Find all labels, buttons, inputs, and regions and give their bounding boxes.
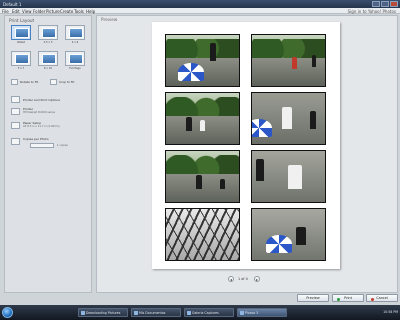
taskbar-item-label: Downloading Pictures [86, 311, 121, 315]
page-navigator: ◂ 1 of 4 ▸ [228, 276, 268, 283]
system-tray: 10:58 PM [372, 308, 398, 317]
photo-thumbnail[interactable] [165, 208, 240, 261]
photo-thumbnail[interactable] [165, 34, 240, 87]
menu-create[interactable]: Create [60, 9, 73, 14]
layout-thumbnail-icon [15, 28, 29, 38]
menu-help[interactable]: Help [86, 9, 95, 14]
photo-thumbnail[interactable] [251, 34, 326, 87]
start-button[interactable] [2, 307, 13, 318]
close-window-button[interactable] [390, 1, 398, 7]
layout-4x6-button[interactable] [65, 25, 85, 40]
printer-value: HP Deskjet D4100 series [23, 111, 56, 114]
app-icon [186, 311, 191, 315]
layout-wallet-button[interactable] [11, 25, 31, 40]
next-page-button[interactable]: ▸ [254, 276, 260, 282]
menu-edit[interactable]: Edit [12, 9, 20, 14]
printer-icon[interactable] [11, 108, 20, 115]
printer-options-label[interactable]: Printer and Print Options [23, 98, 60, 102]
menu-file[interactable]: File [2, 9, 9, 14]
layout-thumbnail-icon [42, 54, 56, 64]
photo-thumbnail[interactable] [165, 92, 240, 145]
clock: 10:58 PM [383, 310, 398, 314]
taskbar: Downloading Pictures Mis Documentos Gale… [0, 305, 400, 320]
page-indicator: 1 of 4 [238, 277, 248, 281]
photo-thumbnail[interactable] [251, 208, 326, 261]
rotate-to-fit-label: Rotate to Fit [20, 80, 39, 84]
layout-thumbnail-icon [69, 54, 83, 64]
layout-5x7-button[interactable] [11, 51, 31, 66]
paper-setup-value: A4 8.3 in x 11.7 in (210mm) [23, 125, 60, 128]
minimize-button[interactable] [372, 1, 380, 7]
app-icon [80, 311, 85, 315]
layout-3x5-label: 3.5 x 5 [43, 41, 53, 44]
layout-8x10-label: 8 x 10 [43, 67, 53, 70]
crop-to-fit-label: Crop to Fit [59, 80, 75, 84]
menu-folder[interactable]: Folder [33, 9, 45, 14]
taskbar-item-label: Mis Documentos [139, 311, 166, 315]
layout-thumbnail-icon [69, 28, 83, 38]
layout-8x10-button[interactable] [38, 51, 58, 66]
title-bar: Default 1 [0, 0, 400, 8]
preview-heading: Preview [101, 17, 118, 22]
maximize-button[interactable] [381, 1, 389, 7]
taskbar-item[interactable]: Galeria Captures [184, 308, 234, 317]
previous-page-button[interactable]: ◂ [228, 276, 234, 282]
print-preview-page [152, 22, 340, 269]
print-button[interactable]: Print [332, 294, 364, 302]
copies-stepper[interactable] [30, 143, 54, 148]
taskbar-item[interactable]: Downloading Pictures [78, 308, 128, 317]
print-icon [337, 297, 340, 301]
taskbar-item[interactable]: Mis Documentos [131, 308, 181, 317]
cancel-icon [371, 297, 374, 301]
taskbar-item-active[interactable]: Picasa 3 [237, 308, 287, 317]
action-bar: Preview Print Cancel [4, 293, 398, 303]
layout-3x5-button[interactable] [38, 25, 58, 40]
print-button-label: Print [344, 296, 352, 300]
copies-label: Copies per Photo [23, 137, 49, 141]
layout-fullpage-label: Full Page [69, 67, 81, 70]
paper-setup-icon[interactable] [11, 122, 20, 129]
menu-picture[interactable]: Picture [46, 9, 60, 14]
photo-thumbnail[interactable] [251, 92, 326, 145]
picasa-icon [239, 311, 244, 315]
rotate-to-fit-checkbox[interactable] [11, 79, 18, 85]
layout-wallet-label: Wallet [16, 41, 26, 44]
copies-icon [11, 138, 20, 145]
menu-view[interactable]: View [22, 9, 32, 14]
preview-button[interactable]: Preview [297, 294, 329, 302]
print-layout-heading: Print Layout [9, 18, 35, 23]
layout-thumbnail-icon [42, 28, 56, 38]
taskbar-item-label: Galeria Captures [192, 311, 219, 315]
copies-value: 1 copies [57, 144, 68, 147]
taskbar-item-label: Picasa 3 [245, 311, 259, 315]
cancel-button[interactable]: Cancel [366, 294, 398, 302]
menu-tools[interactable]: Tools [74, 9, 84, 14]
sign-in-link[interactable]: Sign in to Yahoo! Photos [348, 9, 396, 14]
photo-thumbnail[interactable] [251, 150, 326, 203]
menu-bar: File Edit View Folder Picture Create Too… [0, 8, 400, 14]
window-title: Default 1 [3, 1, 22, 7]
layout-thumbnail-icon [15, 54, 29, 64]
layout-4x6-label: 4 x 6 [71, 41, 79, 44]
print-layout-panel: Print Layout Wallet 3.5 x 5 4 x 6 5 x 7 … [4, 15, 92, 293]
printer-options-icon[interactable] [11, 96, 20, 103]
window-controls [372, 1, 398, 7]
folder-icon [133, 311, 138, 315]
cancel-button-label: Cancel [376, 296, 388, 300]
photo-thumbnail[interactable] [165, 150, 240, 203]
layout-fullpage-button[interactable] [65, 51, 85, 66]
layout-5x7-label: 5 x 7 [17, 67, 25, 70]
crop-to-fit-checkbox[interactable] [50, 79, 57, 85]
